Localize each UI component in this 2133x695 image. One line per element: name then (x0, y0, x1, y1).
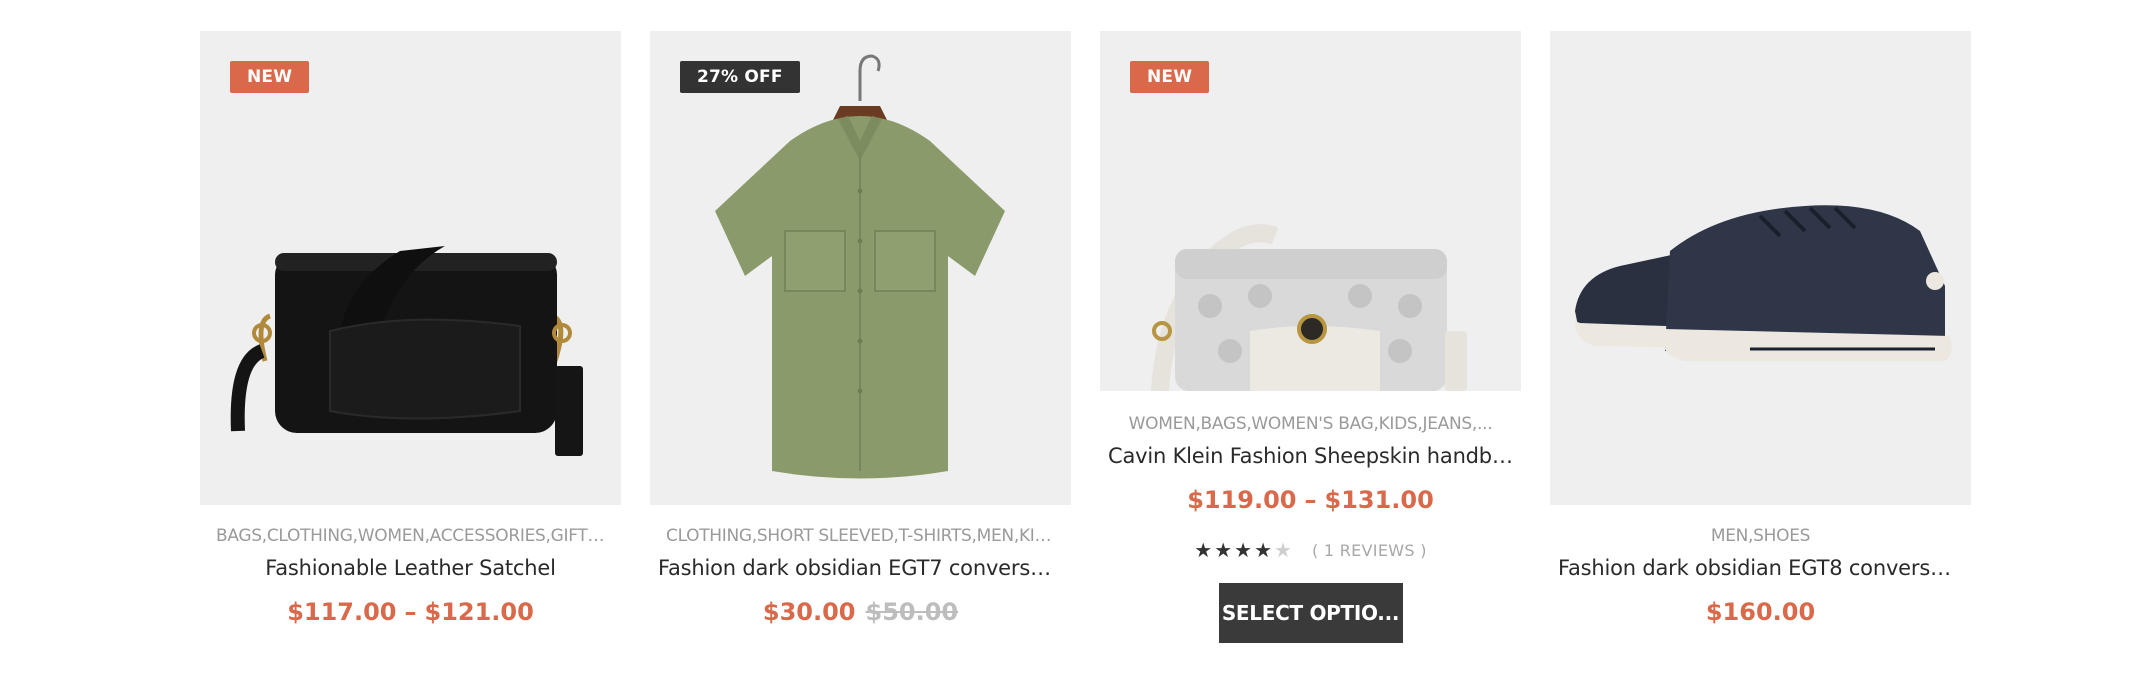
product-card[interactable]: NEW WOMEN,BAGS,WOMEN'S BAG,KIDS,JEANS,..… (1100, 31, 1521, 671)
product-title[interactable]: Fashion dark obsidian EGT8 converse tr..… (1550, 553, 1971, 583)
discount-badge: 27% OFF (680, 61, 800, 93)
star-outline-icon: ★ (1274, 538, 1292, 562)
navy-low-top-sneakers-image[interactable] (1550, 31, 1971, 505)
select-options-button[interactable]: SELECT OPTIO... (1218, 583, 1403, 643)
star-icon: ★ (1254, 538, 1272, 562)
green-shirt-on-hanger-image[interactable] (650, 31, 1071, 505)
product-categories[interactable]: CLOTHING,SHORT SLEEVED,T-SHIRTS,MEN,KIDS… (650, 524, 1071, 548)
sale-price: $30.00 (762, 598, 856, 626)
product-card[interactable]: 27% OFF CLOTHING,SHORT SLEEVED,T-SHIRTS,… (650, 31, 1071, 671)
product-price: $119.00– $131.00 (1100, 483, 1521, 517)
product-image-frame[interactable]: NEW (200, 31, 621, 505)
price-from: $119.00 (1187, 486, 1297, 514)
product-info: MEN,SHOES Fashion dark obsidian EGT8 con… (1550, 524, 1971, 629)
product-categories[interactable]: WOMEN,BAGS,WOMEN'S BAG,KIDS,JEANS,... (1100, 412, 1521, 436)
product-card[interactable]: NEW BAGS,CLOTHING,WOMEN,ACCESSORIES,GIFT… (200, 31, 621, 671)
price-to: $121.00 (424, 598, 534, 626)
price-from: $117.00 (287, 598, 397, 626)
new-badge: NEW (230, 61, 310, 93)
product-grid: NEW BAGS,CLOTHING,WOMEN,ACCESSORIES,GIFT… (200, 31, 1971, 671)
product-categories[interactable]: MEN,SHOES (1550, 524, 1971, 548)
product-info: BAGS,CLOTHING,WOMEN,ACCESSORIES,GIFT,MEN… (200, 524, 621, 629)
regular-price: $50.00 (865, 598, 959, 626)
product-title[interactable]: Fashionable Leather Satchel (200, 553, 621, 583)
product-price: $117.00– $121.00 (200, 595, 621, 629)
product-image-frame[interactable]: NEW (1100, 31, 1521, 391)
new-badge: NEW (1130, 61, 1210, 93)
product-image-frame[interactable]: 27% OFF (650, 31, 1071, 505)
product-title[interactable]: Cavin Klein Fashion Sheepskin handbag (1100, 441, 1521, 471)
product-categories[interactable]: BAGS,CLOTHING,WOMEN,ACCESSORIES,GIFT,MEN (200, 524, 621, 548)
black-leather-satchel-image[interactable] (200, 31, 621, 505)
product-info: CLOTHING,SHORT SLEEVED,T-SHIRTS,MEN,KIDS… (650, 524, 1071, 629)
star-icon: ★ (1214, 538, 1233, 562)
product-info: WOMEN,BAGS,WOMEN'S BAG,KIDS,JEANS,... Ca… (1100, 412, 1521, 643)
reviews-link[interactable]: ( 1 REVIEWS ) (1312, 541, 1427, 560)
product-image-frame[interactable] (1550, 31, 1971, 505)
price-separator: – (1304, 486, 1317, 514)
product-price: $30.00 $50.00 (650, 595, 1071, 629)
star-icon: ★ (1234, 538, 1253, 562)
product-price: $160.00 (1550, 595, 1971, 629)
product-price-value: $160.00 (1705, 598, 1816, 626)
price-to: $131.00 (1324, 486, 1434, 514)
product-rating: ★ ★ ★ ★ ★ ( 1 REVIEWS ) (1100, 537, 1521, 563)
price-separator: – (404, 598, 417, 626)
star-icon: ★ (1194, 538, 1213, 562)
rating-stars: ★ ★ ★ ★ ★ (1194, 540, 1292, 560)
product-title[interactable]: Fashion dark obsidian EGT7 converse tr..… (650, 553, 1071, 583)
product-card[interactable]: MEN,SHOES Fashion dark obsidian EGT8 con… (1550, 31, 1971, 671)
